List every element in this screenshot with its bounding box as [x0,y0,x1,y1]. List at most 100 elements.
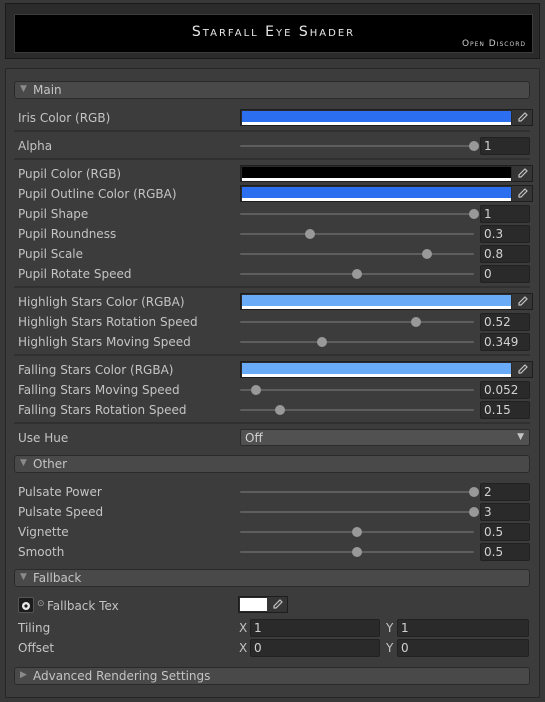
slider-thumb[interactable] [469,209,479,219]
slider-thumb[interactable] [274,405,285,415]
alpha-slider[interactable] [240,141,479,151]
foldout-main[interactable]: ▼ Main [14,81,530,99]
slider-thumb[interactable] [469,507,479,517]
highlight-stars-color-field[interactable] [240,293,533,310]
pupil-scale-label: Pupil Scale [18,247,84,261]
pupil-rotate-speed-label: Pupil Rotate Speed [18,267,132,281]
row-pupil-outline-color: Pupil Outline Color (RGBA) [17,184,533,204]
alpha-bar [242,178,511,181]
vignette-label: Vignette [18,525,69,539]
use-hue-label: Use Hue [18,431,69,445]
separator [14,286,530,288]
falling-stars-moving-speed-label: Falling Stars Moving Speed [18,383,180,397]
vignette-value-field[interactable]: 0.5 [480,523,530,541]
pupil-roundness-label: Pupil Roundness [18,227,117,241]
row-alpha: Alpha 1 [17,136,530,156]
triangle-down-icon: ▼ [20,84,27,94]
row-pupil-rotate-speed: Pupil Rotate Speed 0 [17,264,530,284]
iris-color-field[interactable] [240,109,533,126]
tiling-y-field[interactable]: 1 [397,619,529,637]
eyedropper-icon[interactable] [512,186,532,201]
eyedropper-icon[interactable] [512,110,532,125]
falling-stars-rotation-speed-value-field[interactable]: 0.15 [480,401,530,419]
foldout-other[interactable]: ▼ Other [14,455,530,473]
pupil-scale-value-field[interactable]: 0.8 [480,245,530,263]
color-swatch [242,295,511,306]
tiling-x-field[interactable]: 1 [250,619,380,637]
slider-thumb[interactable] [305,229,316,239]
slider-thumb[interactable] [410,317,421,327]
alpha-bar [242,306,511,309]
slider-thumb[interactable] [316,337,327,347]
slider-thumb[interactable] [422,249,433,259]
eyedropper-icon[interactable] [267,597,287,612]
fallback-tex-color-field[interactable] [238,596,288,613]
vignette-slider[interactable] [240,527,474,537]
alpha-value-field[interactable]: 1 [480,137,530,155]
falling-stars-rotation-speed-slider[interactable] [240,405,474,415]
highlight-stars-moving-speed-slider[interactable] [240,337,474,347]
pulsate-power-value-field[interactable]: 2 [480,483,530,501]
use-hue-selected: Off [245,431,263,445]
alpha-bar [242,122,511,125]
eyedropper-icon[interactable] [512,294,532,309]
row-pupil-shape: Pupil Shape 1 [17,204,530,224]
pulsate-power-label: Pulsate Power [18,485,102,499]
texture-thumbnail-icon[interactable] [18,597,34,613]
pupil-outline-color-field[interactable] [240,185,533,202]
pulsate-speed-slider[interactable] [240,507,479,517]
pupil-roundness-slider[interactable] [240,229,474,239]
pupil-shape-slider[interactable] [240,209,479,219]
slider-thumb[interactable] [469,141,479,151]
foldout-main-label: Main [33,83,62,97]
foldout-fallback[interactable]: ▼ Fallback [14,569,530,587]
slider-thumb[interactable] [469,487,479,497]
open-discord-link[interactable]: Open Discord [462,39,526,49]
pupil-rotate-speed-slider[interactable] [240,269,474,279]
pupil-rotate-speed-value-field[interactable]: 0 [480,265,530,283]
pupil-color-field[interactable] [240,165,533,182]
row-pulsate-speed: Pulsate Speed 3 [17,502,530,522]
highlight-stars-rotation-speed-slider[interactable] [240,317,474,327]
material-inspector-panel: ▼ Main Iris Color (RGB) Alpha 1 Pupil Co… [5,68,540,698]
slider-thumb[interactable] [352,269,362,279]
offset-x-label: X [239,641,248,655]
highlight-stars-rotation-speed-value-field[interactable]: 0.52 [480,313,530,331]
highlight-stars-moving-speed-value-field[interactable]: 0.349 [480,333,530,351]
offset-x-field[interactable]: 0 [250,639,380,657]
offset-y-field[interactable]: 0 [397,639,529,657]
pupil-outline-color-label: Pupil Outline Color (RGBA) [18,187,177,201]
row-highlight-stars-color: Highligh Stars Color (RGBA) [17,292,533,312]
falling-stars-moving-speed-value-field[interactable]: 0.052 [480,381,530,399]
object-picker-icon[interactable]: ⊙ [37,599,45,609]
smooth-value-field[interactable]: 0.5 [480,543,530,561]
pupil-scale-slider[interactable] [240,249,474,259]
row-pupil-color: Pupil Color (RGB) [17,164,533,184]
falling-stars-moving-speed-slider[interactable] [240,385,474,395]
falling-stars-rotation-speed-label: Falling Stars Rotation Speed [18,403,187,417]
slider-thumb[interactable] [352,547,362,557]
slider-thumb[interactable] [352,527,362,537]
pulsate-speed-value-field[interactable]: 3 [480,503,530,521]
separator [14,422,530,424]
tiling-x-label: X [239,621,248,635]
pupil-roundness-value-field[interactable]: 0.3 [480,225,530,243]
foldout-fallback-label: Fallback [33,571,82,585]
pupil-shape-label: Pupil Shape [18,207,89,221]
row-falling-stars-color: Falling Stars Color (RGBA) [17,360,533,380]
foldout-advanced-rendering[interactable]: ▶ Advanced Rendering Settings [14,667,530,685]
row-highlight-stars-moving-speed: Highligh Stars Moving Speed 0.349 [17,332,530,352]
slider-thumb[interactable] [251,385,262,395]
use-hue-dropdown[interactable]: Off ▼ [240,429,530,446]
pupil-shape-value-field[interactable]: 1 [480,205,530,223]
falling-stars-color-field[interactable] [240,361,533,378]
eyedropper-icon[interactable] [512,362,532,377]
pulsate-power-slider[interactable] [240,487,479,497]
eyedropper-icon[interactable] [512,166,532,181]
smooth-slider[interactable] [240,547,474,557]
iris-color-label: Iris Color (RGB) [18,111,111,125]
color-swatch [242,111,511,122]
shader-title: Starfall Eye Shader [191,24,356,40]
separator [14,158,530,160]
tiling-label: Tiling [18,621,51,635]
